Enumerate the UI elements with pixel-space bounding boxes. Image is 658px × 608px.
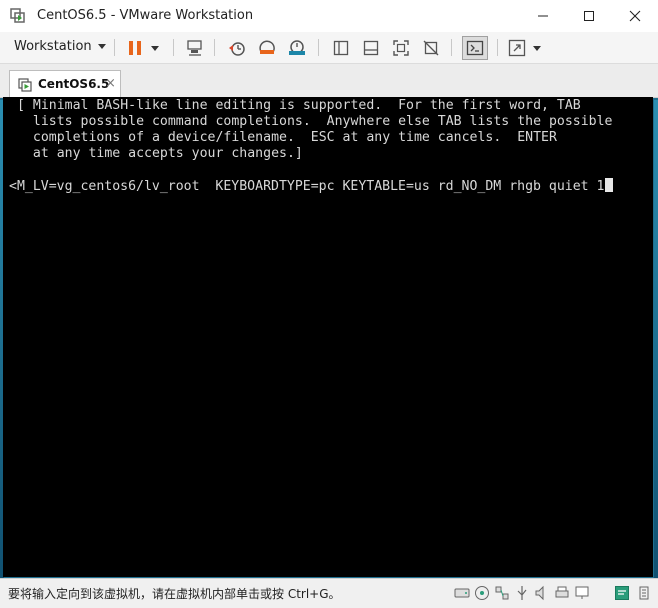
chevron-down-icon: [97, 44, 106, 49]
status-bar: 要将输入定向到该虚拟机，请在虚拟机内部单击或按 Ctrl+G。: [0, 578, 658, 608]
snapshot-manager-button[interactable]: [286, 37, 308, 59]
minimize-icon: [538, 15, 548, 17]
take-snapshot-button[interactable]: [226, 37, 248, 59]
full-screen-button[interactable]: [390, 37, 412, 59]
unity-button[interactable]: [420, 37, 442, 59]
vm-tab-bar: CentOS6.5 ×: [0, 64, 658, 98]
library-view-button[interactable]: [330, 37, 352, 59]
status-message: 要将输入定向到该虚拟机，请在虚拟机内部单击或按 Ctrl+G。: [8, 587, 341, 601]
stretch-guest-icon: [508, 39, 526, 57]
toolbar: Workstation: [0, 32, 658, 64]
console-command-line: <M_LV=vg_centos6/lv_root KEYBOARDTYPE=pc…: [9, 178, 614, 195]
toolbar-divider: [114, 39, 115, 56]
console-line: at any time accepts your changes.]: [17, 146, 303, 161]
message-log-icon[interactable]: [614, 585, 630, 601]
window-title: CentOS6.5 - VMware Workstation: [37, 8, 254, 23]
vm-console[interactable]: [ Minimal BASH-like line editing is supp…: [3, 97, 653, 577]
thumbnail-bar-icon: [363, 40, 379, 56]
usb-controller-icon[interactable]: [514, 585, 530, 601]
unity-icon: [423, 40, 439, 56]
power-dropdown-button[interactable]: [146, 37, 164, 59]
pause-icon: [129, 41, 141, 55]
tab-close-icon[interactable]: ×: [105, 76, 116, 91]
console-view-icon: [466, 40, 484, 56]
toolbar-divider: [451, 39, 452, 56]
console-command-text: <M_LV=vg_centos6/lv_root KEYBOARDTYPE=pc…: [9, 179, 605, 194]
close-icon: [629, 10, 641, 22]
thumbnail-bar-button[interactable]: [360, 37, 382, 59]
sound-card-icon[interactable]: [534, 585, 550, 601]
text-cursor: [605, 178, 614, 192]
close-button[interactable]: [612, 0, 658, 32]
display-icon[interactable]: [574, 585, 590, 601]
snapshot-manager-icon: [289, 40, 305, 55]
tab-label: CentOS6.5: [38, 77, 110, 91]
minimize-button[interactable]: [520, 0, 566, 32]
revert-snapshot-button[interactable]: [256, 37, 278, 59]
printer-icon[interactable]: [554, 585, 570, 601]
pause-button[interactable]: [124, 37, 146, 59]
snapshot-icon: [229, 42, 245, 56]
cd-dvd-icon[interactable]: [474, 585, 490, 601]
toolbar-divider: [497, 39, 498, 56]
library-view-icon: [333, 40, 349, 56]
chevron-down-icon: [151, 45, 159, 51]
full-screen-icon: [393, 40, 409, 56]
maximize-icon: [584, 11, 594, 21]
network-adapter-icon[interactable]: [494, 585, 510, 601]
tab-centos[interactable]: CentOS6.5 ×: [9, 70, 121, 97]
send-ctrl-alt-del-button[interactable]: [184, 37, 206, 59]
maximize-button[interactable]: [566, 0, 612, 32]
revert-snapshot-icon: [259, 40, 275, 54]
console-view-button[interactable]: [462, 36, 488, 60]
title-bar: CentOS6.5 - VMware Workstation: [0, 0, 658, 33]
console-line: completions of a device/filename. ESC at…: [17, 130, 557, 145]
toolbar-divider: [318, 39, 319, 56]
console-line: [ Minimal BASH-like line editing is supp…: [17, 98, 581, 113]
vm-running-icon: [18, 78, 32, 95]
hard-disk-icon[interactable]: [454, 585, 470, 601]
workstation-menu-label: Workstation: [14, 39, 92, 54]
status-bar-more-icon[interactable]: [636, 585, 652, 601]
vmware-logo-icon: [10, 8, 26, 24]
workstation-menu[interactable]: Workstation: [14, 39, 106, 54]
toolbar-divider: [173, 39, 174, 56]
console-line: lists possible command completions. Anyw…: [17, 114, 613, 129]
toolbar-divider: [214, 39, 215, 56]
vmware-window: CentOS6.5 - VMware Workstation Workstati…: [0, 0, 658, 608]
stretch-guest-button[interactable]: [506, 37, 528, 59]
send-ctrl-alt-del-icon: [187, 40, 202, 56]
chevron-down-icon: [533, 45, 541, 51]
stretch-dropdown-button[interactable]: [530, 37, 544, 59]
